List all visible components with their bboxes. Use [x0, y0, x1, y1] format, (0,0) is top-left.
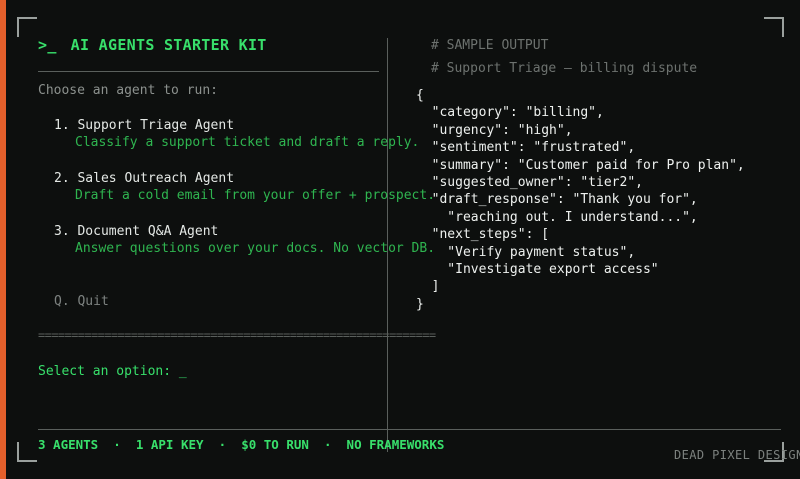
footer-divider [38, 429, 781, 430]
code-line: "suggested_owner": "tier2", [416, 175, 643, 191]
terminal-prompt-icon: >_ [38, 36, 57, 54]
separator-line: ========================================… [38, 328, 436, 342]
brand-credit: DEAD PIXEL DESIGN [674, 448, 800, 462]
menu-item-description: Answer questions over your docs. No vect… [75, 241, 436, 256]
sample-output-heading: # SAMPLE OUTPUT [431, 38, 549, 53]
option-input[interactable]: Select an option: _ [38, 364, 187, 379]
app-title-text: AI AGENTS STARTER KIT [70, 36, 267, 54]
code-line: "Investigate export access" [416, 262, 659, 278]
app-title: >_ AI AGENTS STARTER KIT [38, 36, 267, 54]
code-line: ] [416, 279, 440, 295]
code-line: { [416, 88, 424, 103]
footer-stats: 3 AGENTS · 1 API KEY · $0 TO RUN · NO FR… [38, 437, 445, 452]
code-line: "next_steps": [ [416, 227, 550, 243]
menu-item-name: Support Triage Agent [77, 118, 235, 133]
title-divider [38, 71, 379, 72]
corner-bracket-top-right [764, 17, 784, 37]
menu-item-number: 2. [54, 171, 70, 186]
menu-item-description: Classify a support ticket and draft a re… [75, 135, 420, 150]
corner-bracket-top-left [17, 17, 37, 37]
sample-output-subheading: # Support Triage — billing dispute [431, 61, 698, 76]
menu-item-name: Sales Outreach Agent [77, 171, 235, 186]
menu-item-number: 3. [54, 224, 70, 239]
code-line: "draft_response": "Thank you for", [416, 192, 698, 208]
menu-item-quit[interactable]: Q. Quit [54, 294, 109, 309]
menu-item-support-triage[interactable]: 1. Support Triage Agent Classify a suppo… [54, 118, 419, 150]
code-line: "urgency": "high", [416, 122, 573, 138]
menu-item-number: 1. [54, 118, 70, 133]
sample-json-output: { "category": "billing", "urgency": "hig… [416, 87, 745, 313]
corner-bracket-bottom-left [17, 442, 37, 462]
code-line: "sentiment": "frustrated", [416, 140, 636, 156]
accent-bar [0, 0, 6, 479]
code-line: "reaching out. I understand...", [416, 209, 698, 225]
menu-item-document-qa[interactable]: 3. Document Q&A Agent Answer questions o… [54, 224, 435, 256]
menu-item-description: Draft a cold email from your offer + pro… [75, 188, 436, 203]
code-line: } [416, 296, 424, 312]
menu-item-sales-outreach[interactable]: 2. Sales Outreach Agent Draft a cold ema… [54, 171, 435, 203]
menu-item-name: Document Q&A Agent [77, 224, 219, 239]
code-line: "category": "billing", [416, 105, 604, 121]
menu-prompt: Choose an agent to run: [38, 83, 219, 98]
code-line: "summary": "Customer paid for Pro plan", [416, 157, 745, 173]
code-line: "Verify payment status", [416, 244, 636, 260]
